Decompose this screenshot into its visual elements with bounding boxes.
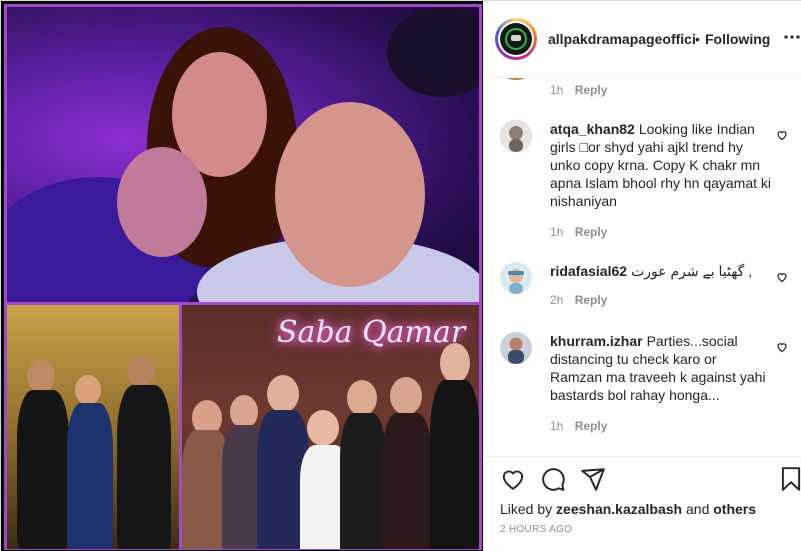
comment-username[interactable]: atqa_khan82 [550, 121, 635, 137]
likes-prefix: Liked by [500, 501, 553, 517]
instagram-post: Saba Qamar allpakdramapageoffici • Follo… [0, 0, 801, 551]
background-shape [387, 7, 479, 97]
comments-list[interactable]: 1h Reply atqa_khan82 Looking like Indian … [484, 78, 801, 456]
person-head-shape [75, 375, 101, 405]
post-actions: Liked by zeeshan.kazalbash and others 2 … [484, 456, 801, 551]
bookmark-icon[interactable] [778, 466, 801, 492]
person-body-shape [67, 403, 113, 549]
comment-meta: 2h Reply [550, 293, 607, 307]
comment-text-block: ridafasial62 گھٹیا بے شرم عورت , [550, 262, 772, 280]
comment-text-block: khurram.izhar Parties...social distancing… [550, 332, 772, 404]
comment-meta: 1h Reply [550, 419, 607, 433]
avatar[interactable] [500, 262, 532, 294]
likes-conjunction: and [686, 501, 710, 517]
comment-text: گھٹیا بے شرم عورت , [631, 263, 753, 279]
reply-button[interactable]: Reply [575, 293, 608, 307]
paper-plane-icon[interactable] [580, 466, 606, 492]
man-face-shape [275, 102, 425, 287]
collage-photo-selfie [7, 7, 479, 302]
like-comment-heart-icon[interactable] [776, 340, 788, 353]
person-body-shape [430, 380, 479, 549]
post-author-username[interactable]: allpakdramapageoffici [548, 31, 696, 47]
more-options-icon[interactable] [784, 29, 800, 49]
header-separator: • [695, 31, 700, 47]
person-body-shape [117, 385, 171, 549]
comment-username[interactable]: khurram.izhar [550, 333, 643, 349]
comment-time: 1h [550, 83, 564, 97]
person-head-shape [267, 375, 299, 413]
person-head-shape [390, 377, 422, 415]
reply-button[interactable]: Reply [575, 83, 608, 97]
post-image[interactable]: Saba Qamar [1, 1, 483, 551]
others-link[interactable]: others [713, 501, 756, 517]
comment-time: 1h [550, 419, 564, 433]
previous-comment-meta: 1h Reply [550, 83, 607, 97]
profile-avatar[interactable] [495, 18, 537, 60]
page-logo-icon [500, 23, 532, 55]
neon-sign: Saba Qamar [277, 315, 466, 350]
post-timestamp[interactable]: 2 HOURS AGO [500, 524, 572, 535]
comment-time: 2h [550, 293, 564, 307]
avatar [500, 78, 532, 80]
person-body-shape [382, 413, 432, 549]
post-side-panel: allpakdramapageoffici • Following 1h Rep… [483, 1, 801, 551]
person-head-shape [307, 410, 339, 446]
person-body-shape [340, 413, 386, 549]
person-head-shape [230, 395, 258, 429]
reply-button[interactable]: Reply [575, 225, 608, 239]
person-head-shape [347, 380, 377, 416]
comment-text-block: atqa_khan82 Looking like Indian girls □or… [550, 120, 772, 210]
comment-icon[interactable] [540, 466, 566, 492]
like-comment-heart-icon[interactable] [776, 128, 788, 141]
person-head-shape [440, 343, 470, 383]
collage-photo-group-seven: Saba Qamar [182, 305, 479, 549]
likes-summary: Liked by zeeshan.kazalbash and others [500, 501, 756, 517]
avatar[interactable] [500, 332, 532, 364]
person-head-shape [127, 355, 155, 387]
shoulder-shape [117, 147, 207, 257]
following-button[interactable]: Following [705, 31, 770, 47]
collage-photo-group-three [7, 305, 179, 549]
reply-button[interactable]: Reply [575, 419, 608, 433]
avatar[interactable] [500, 120, 532, 152]
liked-by-user-link[interactable]: zeeshan.kazalbash [556, 501, 682, 517]
comment-time: 1h [550, 225, 564, 239]
like-comment-heart-icon[interactable] [776, 270, 788, 283]
heart-icon[interactable] [500, 466, 526, 492]
post-header: allpakdramapageoffici • Following [484, 1, 801, 77]
person-head-shape [27, 360, 55, 392]
comment-username[interactable]: ridafasial62 [550, 263, 627, 279]
comment-meta: 1h Reply [550, 225, 607, 239]
person-body-shape [17, 390, 69, 549]
